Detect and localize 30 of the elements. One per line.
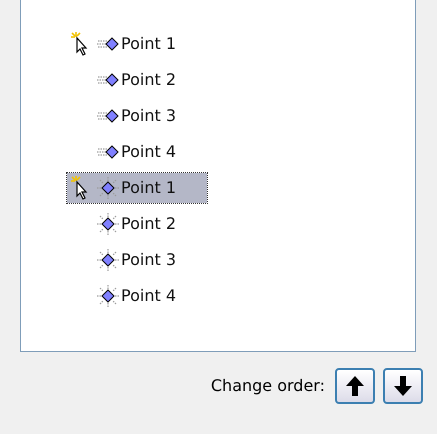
sparkle-effect-icon: [97, 249, 119, 271]
down-arrow-icon: [394, 376, 412, 396]
animation-item[interactable]: Point 3: [67, 245, 207, 275]
item-label: Point 3: [121, 105, 176, 127]
animation-item[interactable]: Point 4: [67, 137, 207, 167]
animation-item[interactable]: Point 2: [67, 65, 207, 95]
fly-in-effect-icon: [97, 145, 119, 159]
item-label: Point 1: [121, 177, 176, 199]
move-up-button[interactable]: [335, 368, 375, 404]
animation-item[interactable]: Point 4: [67, 281, 207, 311]
item-label: Point 4: [121, 285, 176, 307]
animation-item[interactable]: Point 1: [67, 29, 207, 59]
fly-in-effect-icon: [97, 37, 119, 51]
sparkle-effect-icon: [97, 177, 119, 199]
item-label: Point 3: [121, 249, 176, 271]
animation-item[interactable]: Point 2: [67, 209, 207, 239]
change-order-label: Change order:: [210, 375, 325, 397]
item-label: Point 2: [121, 213, 176, 235]
fly-in-effect-icon: [97, 109, 119, 123]
animation-list[interactable]: Point 1 Point 2 Point 3 Point 4 Point 1 Point 2 Point 3 Point 4: [20, 0, 416, 352]
up-arrow-icon: [346, 376, 364, 396]
item-label: Point 2: [121, 69, 176, 91]
item-label: Point 1: [121, 33, 176, 55]
animation-item[interactable]: Point 3: [67, 101, 207, 131]
fly-in-effect-icon: [97, 73, 119, 87]
move-down-button[interactable]: [383, 368, 423, 404]
sparkle-effect-icon: [97, 285, 119, 307]
item-label: Point 4: [121, 141, 176, 163]
animation-item[interactable]: Point 1: [67, 173, 207, 203]
sparkle-effect-icon: [97, 213, 119, 235]
